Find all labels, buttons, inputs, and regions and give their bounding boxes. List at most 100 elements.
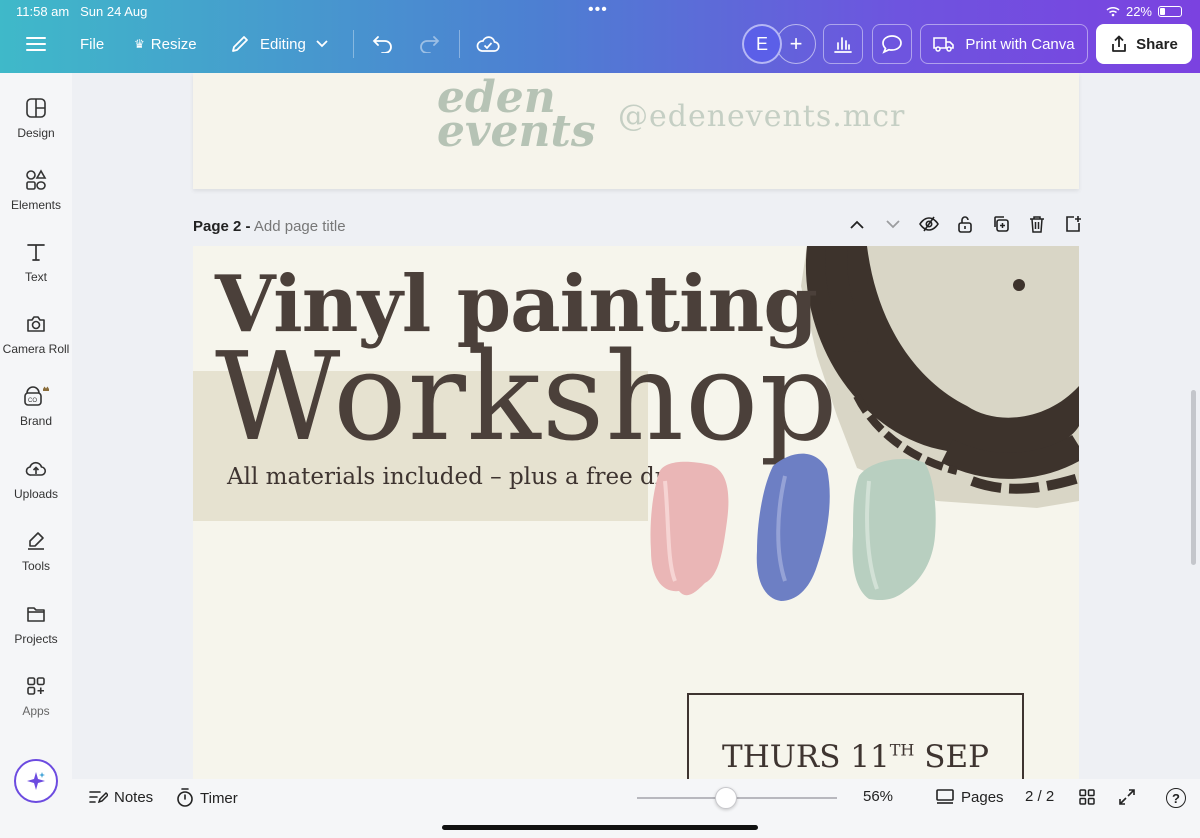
comment-button[interactable]	[872, 24, 912, 64]
hide-page-button[interactable]	[911, 216, 947, 232]
headline-workshop[interactable]: Workshop	[215, 332, 839, 462]
brand-icon: CO	[24, 386, 49, 406]
add-page-button[interactable]	[1055, 215, 1091, 233]
editing-label: Editing	[260, 35, 306, 53]
share-label: Share	[1136, 35, 1178, 53]
sidebar-item-elements[interactable]: Elements	[0, 169, 72, 212]
magic-assistant-button[interactable]	[14, 759, 58, 803]
expand-icon	[1119, 789, 1135, 805]
elements-icon	[26, 169, 47, 190]
comment-icon	[882, 35, 902, 54]
divider	[353, 30, 354, 58]
page-1[interactable]: eden events @edenevents.mcr	[193, 73, 1079, 189]
left-sidebar: Design Elements Text Camera Roll CO Bran…	[0, 73, 72, 838]
timer-button[interactable]: Timer	[176, 788, 238, 808]
redo-button[interactable]	[418, 30, 440, 58]
battery-icon	[1158, 6, 1182, 17]
sidebar-item-label: Design	[17, 126, 55, 140]
sparkle-icon	[27, 772, 45, 790]
sidebar-item-uploads[interactable]: Uploads	[0, 458, 72, 501]
paint-swatches-graphic	[650, 453, 936, 601]
grid-icon	[1079, 789, 1095, 805]
resize-label: Resize	[150, 35, 197, 53]
notes-button[interactable]: Notes	[88, 788, 153, 806]
page-label: Page 2 -	[193, 218, 251, 235]
file-menu[interactable]: File	[80, 30, 104, 58]
sidebar-item-brand[interactable]: CO Brand	[0, 385, 72, 428]
delete-page-button[interactable]	[1019, 215, 1055, 233]
chevron-up-icon	[850, 220, 864, 229]
page-title-input[interactable]: Add page title	[254, 218, 346, 235]
move-page-up-button[interactable]	[839, 220, 875, 229]
notes-icon	[89, 791, 108, 804]
chevron-down-icon	[316, 40, 328, 48]
notes-label: Notes	[114, 788, 154, 806]
grid-view-button[interactable]	[1078, 788, 1096, 806]
avatar[interactable]: E	[742, 24, 782, 64]
home-indicator[interactable]	[442, 825, 758, 830]
canvas-area[interactable]: eden events @edenevents.mcr Page 2 - Add…	[72, 73, 1188, 779]
status-time: 11:58 am	[16, 4, 70, 19]
share-button[interactable]: Share	[1096, 24, 1192, 64]
sidebar-item-design[interactable]: Design	[0, 97, 72, 140]
status-date: Sun 24 Aug	[80, 4, 148, 19]
multitasking-dots[interactable]: •••	[588, 1, 608, 19]
lock-open-icon	[958, 216, 972, 233]
event-date-box[interactable]: THURS 11TH SEP	[687, 693, 1024, 779]
sidebar-item-tools[interactable]: Tools	[0, 530, 72, 573]
sidebar-item-projects[interactable]: Projects	[0, 603, 72, 646]
add-page-icon	[1066, 216, 1081, 232]
menu-icon[interactable]	[26, 30, 46, 58]
chevron-down-icon	[886, 219, 900, 228]
trash-icon	[1030, 216, 1044, 233]
event-date: THURS 11TH SEP	[722, 739, 989, 775]
duplicate-page-button[interactable]	[983, 215, 1019, 233]
page-2-canvas[interactable]: Vinyl painting Workshop All materials in…	[193, 246, 1079, 779]
subtitle-text[interactable]: All materials included – plus a free dri…	[227, 464, 702, 490]
text-icon	[27, 244, 45, 261]
timer-label: Timer	[200, 789, 238, 807]
help-button[interactable]: ?	[1166, 788, 1186, 808]
undo-button[interactable]	[372, 30, 394, 58]
wifi-icon	[1106, 6, 1120, 17]
lock-page-button[interactable]	[947, 215, 983, 233]
timer-icon	[177, 788, 193, 807]
page-toolbar	[839, 215, 1091, 233]
pages-icon	[936, 789, 954, 804]
pages-button[interactable]: Pages	[935, 788, 1004, 806]
editing-dropdown[interactable]: Editing	[230, 30, 328, 58]
sidebar-item-camera-roll[interactable]: Camera Roll	[0, 313, 72, 356]
sidebar-item-label: Tools	[21, 559, 50, 573]
vertical-scrollbar[interactable]	[1191, 390, 1196, 565]
print-with-canva-button[interactable]: Print with Canva	[920, 24, 1088, 64]
sidebar-item-label: Text	[24, 270, 47, 284]
sidebar-item-label: Brand	[19, 414, 53, 428]
fullscreen-button[interactable]	[1118, 788, 1136, 806]
truck-icon	[933, 37, 955, 52]
cloud-saved-button[interactable]	[476, 30, 500, 58]
print-label: Print with Canva	[965, 35, 1075, 53]
pages-label: Pages	[961, 788, 1004, 806]
svg-text:CO: CO	[28, 398, 37, 404]
sidebar-item-label: Elements	[10, 198, 62, 212]
crown-icon: ♛	[134, 37, 145, 51]
sidebar-item-apps[interactable]: Apps	[0, 675, 72, 718]
resize-button[interactable]: ♛ Resize	[134, 30, 197, 58]
design-icon	[26, 98, 46, 118]
status-bar: 11:58 am Sun 24 Aug ••• 22%	[0, 0, 1200, 22]
insights-button[interactable]	[823, 24, 863, 64]
page-2-header: Page 2 - Add page title	[193, 218, 346, 235]
apps-icon	[27, 677, 45, 695]
battery-percent: 22%	[1125, 4, 1152, 19]
zoom-slider-track[interactable]	[637, 797, 837, 799]
zoom-slider-handle[interactable]	[715, 787, 737, 809]
move-page-down-button[interactable]	[875, 219, 911, 229]
sidebar-item-text[interactable]: Text	[0, 241, 72, 284]
sidebar-item-label: Uploads	[13, 487, 59, 501]
uploads-icon	[25, 461, 47, 476]
invite-plus-button[interactable]: +	[776, 24, 816, 64]
sidebar-item-label: Projects	[14, 632, 58, 646]
sidebar-item-label: Apps	[22, 704, 50, 718]
eden-events-logo: eden events	[437, 73, 596, 157]
zoom-level[interactable]: 56%	[863, 788, 893, 805]
